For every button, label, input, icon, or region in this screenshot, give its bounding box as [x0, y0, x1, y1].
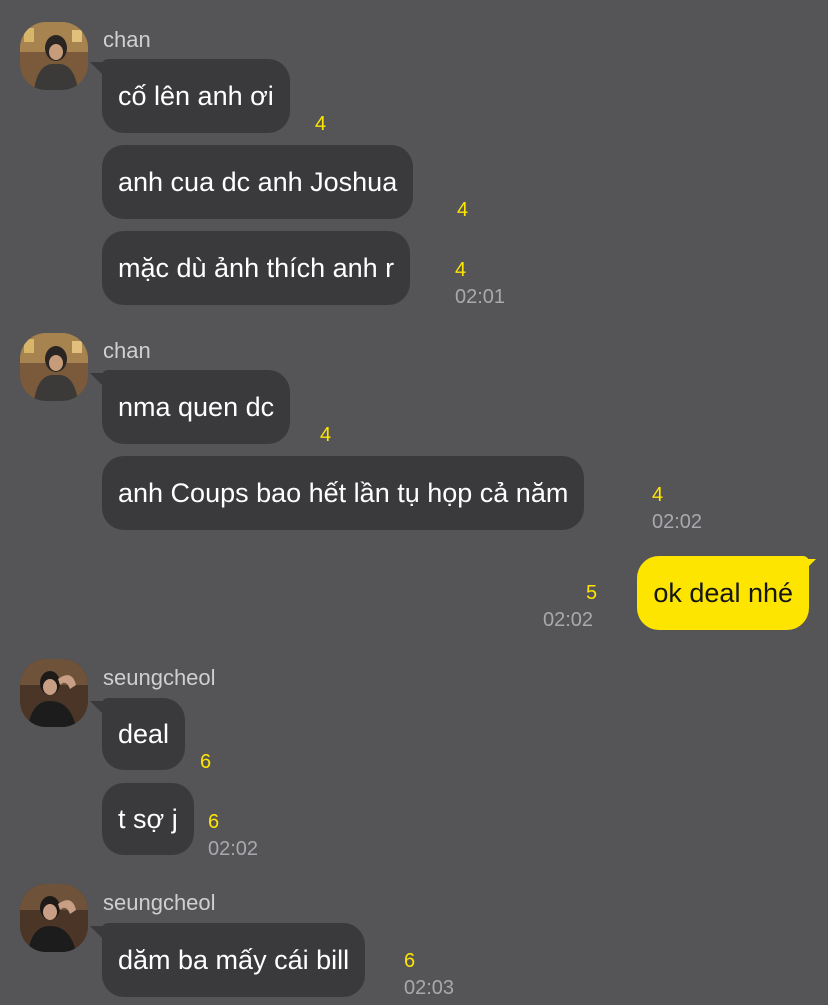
- message-bubble[interactable]: anh cua dc anh Joshua: [102, 145, 414, 219]
- sender-name: chan: [103, 338, 151, 363]
- unread-count: 4: [315, 113, 327, 135]
- bubble-tail: [90, 373, 104, 387]
- message-text: anh cua dc anh Joshua: [118, 167, 398, 197]
- unread-count: 4: [652, 484, 664, 506]
- outgoing-message-bubble[interactable]: ok deal nhé: [637, 556, 809, 630]
- unread-count: 4: [457, 199, 469, 221]
- avatar-chan[interactable]: [20, 22, 88, 90]
- message-bubble[interactable]: t sợ j: [102, 783, 194, 855]
- message-bubble[interactable]: nma quen dc: [102, 370, 291, 444]
- avatar-chan[interactable]: [20, 333, 88, 401]
- message-text: deal: [118, 719, 170, 749]
- sender-name: chan: [103, 27, 151, 52]
- avatar-photo-icon: [20, 22, 88, 90]
- bubble-tail: [90, 701, 104, 715]
- message-text: dăm ba mấy cái bill: [118, 945, 350, 975]
- unread-count: 6: [208, 811, 220, 833]
- unread-count: 5: [586, 582, 598, 604]
- message-text: ok deal nhé: [653, 578, 793, 608]
- message-time: 02:01: [455, 286, 506, 308]
- unread-count: 6: [404, 950, 416, 972]
- unread-count: 6: [200, 751, 212, 773]
- bubble-tail: [802, 559, 816, 573]
- message-text: cố lên anh ơi: [118, 81, 274, 111]
- unread-count: 4: [455, 259, 467, 281]
- message-bubble[interactable]: cố lên anh ơi: [102, 59, 290, 133]
- message-time: 02:03: [404, 977, 455, 999]
- message-bubble[interactable]: deal: [102, 698, 186, 770]
- avatar-photo-icon: [20, 333, 88, 401]
- message-bubble[interactable]: anh Coups bao hết lần tụ họp cả năm: [102, 456, 585, 530]
- bubble-tail: [90, 926, 104, 940]
- avatar-seungcheol[interactable]: [20, 659, 88, 727]
- avatar-seungcheol[interactable]: [20, 884, 88, 952]
- bubble-tail: [90, 62, 104, 76]
- sender-name: seungcheol: [103, 665, 216, 690]
- sender-name: seungcheol: [103, 890, 216, 915]
- message-time: 02:02: [208, 838, 259, 860]
- message-text: nma quen dc: [118, 392, 275, 422]
- avatar-photo-icon: [20, 884, 88, 952]
- avatar-photo-icon: [20, 659, 88, 727]
- message-time: 02:02: [652, 511, 703, 533]
- message-time: 02:02: [543, 609, 594, 631]
- message-text: anh Coups bao hết lần tụ họp cả năm: [118, 478, 569, 508]
- message-text: t sợ j: [118, 804, 178, 834]
- unread-count: 4: [320, 424, 332, 446]
- message-text: mặc dù ảnh thích anh r: [118, 253, 395, 283]
- message-bubble[interactable]: mặc dù ảnh thích anh r: [102, 231, 411, 305]
- message-bubble[interactable]: dăm ba mấy cái bill: [102, 923, 366, 997]
